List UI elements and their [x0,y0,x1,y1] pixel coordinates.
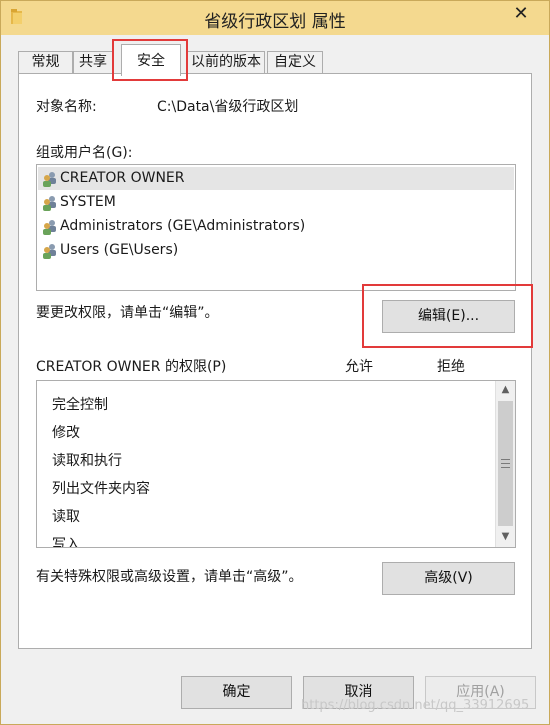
user-name: SYSTEM [60,194,116,210]
tab-previous-versions[interactable]: 以前的版本 [187,51,265,74]
user-list-item-administrators[interactable]: Administrators (GE\Administrators) [38,215,514,238]
user-name: Users (GE\Users) [60,242,179,258]
object-name-value: C:\Data\省级行政区划 [157,99,299,115]
ok-button[interactable]: 确定 [181,676,292,709]
advanced-hint: 有关特殊权限或高级设置，请单击“高级”。 [36,569,303,585]
scroll-up-arrow-icon[interactable]: ▲ [496,381,515,399]
permissions-list[interactable]: 完全控制 修改 读取和执行 列出文件夹内容 读取 写入 ▲ ▼ [36,380,516,548]
permission-item-modify: 修改 [52,425,80,441]
user-group-icon [43,196,56,211]
change-permissions-hint: 要更改权限，请单击“编辑”。 [36,305,219,321]
title-bar[interactable]: 省级行政区划 属性 ✕ [1,1,549,35]
user-list-item-system[interactable]: SYSTEM [38,191,514,214]
user-name: CREATOR OWNER [60,170,185,186]
scrollbar-thumb[interactable] [498,401,513,526]
scroll-down-arrow-icon[interactable]: ▼ [496,528,515,546]
tab-general[interactable]: 常规 [18,51,73,74]
deny-column-header: 拒绝 [437,359,465,375]
user-group-icon [43,172,56,187]
tab-customize[interactable]: 自定义 [267,51,323,74]
user-list-item-users[interactable]: Users (GE\Users) [38,239,514,262]
user-group-list[interactable]: CREATOR OWNER SYSTEM Administrators (GE\… [36,164,516,291]
group-list-label: 组或用户名(G): [36,145,133,161]
permission-item-read-execute: 读取和执行 [52,453,122,469]
tab-security[interactable]: 安全 [121,44,181,76]
permission-item-list-folder: 列出文件夹内容 [52,481,150,497]
user-group-icon [43,220,56,235]
advanced-button[interactable]: 高级(V) [382,562,515,595]
permission-item-read: 读取 [52,509,80,525]
security-panel: 对象名称: C:\Data\省级行政区划 组或用户名(G): CREATOR O… [18,73,532,649]
object-name-label: 对象名称: [36,99,97,115]
close-button[interactable]: ✕ [503,1,539,27]
permission-item-full-control: 完全控制 [52,397,108,413]
properties-window: 省级行政区划 属性 ✕ 常规 共享 安全 以前的版本 自定义 对象名称: C:\… [0,0,550,725]
permissions-label: CREATOR OWNER 的权限(P) [36,359,227,375]
user-name: Administrators (GE\Administrators) [60,218,306,234]
window-title: 省级行政区划 属性 [204,12,346,32]
permissions-scrollbar[interactable]: ▲ ▼ [495,381,515,547]
tab-sharing[interactable]: 共享 [73,51,113,74]
user-group-icon [43,244,56,259]
watermark-text: https://blog.csdn.net/qq_33912695 [301,698,530,713]
edit-button[interactable]: 编辑(E)... [382,300,515,333]
grip-icon [501,459,510,468]
allow-column-header: 允许 [345,359,373,375]
permission-item-write: 写入 [52,537,80,548]
user-list-item-creator-owner[interactable]: CREATOR OWNER [38,167,514,190]
